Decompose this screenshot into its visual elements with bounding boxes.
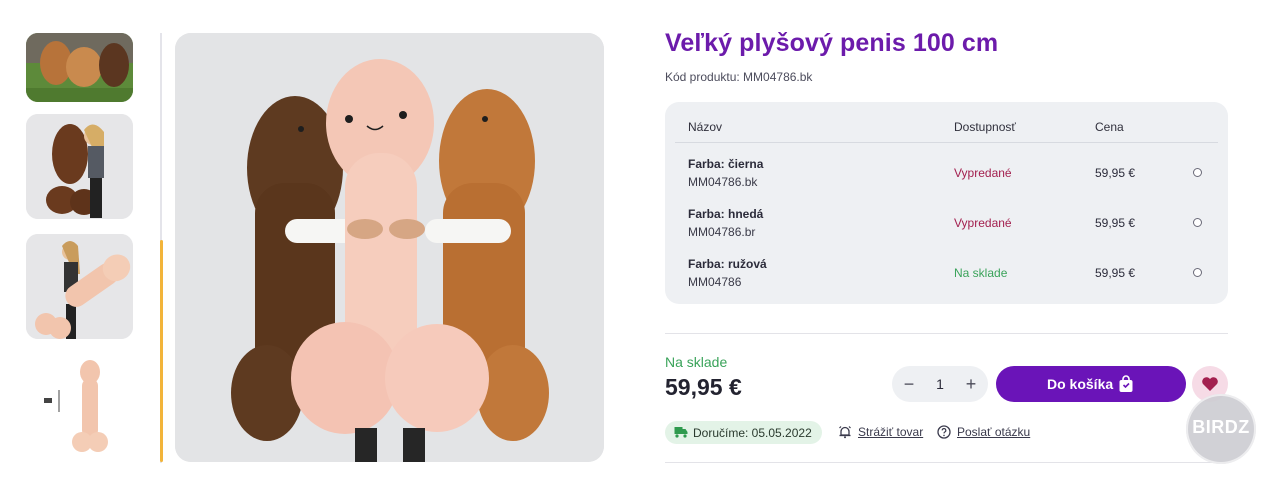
thumbnail-photo <box>26 354 133 459</box>
column-header-availability: Dostupnosť <box>954 120 1016 134</box>
variant-status: Vypredané <box>954 216 1012 230</box>
thumbnail-4[interactable] <box>26 354 133 459</box>
watermark-text: BIRDZ <box>1192 417 1250 437</box>
thumbnail-2[interactable] <box>26 114 133 219</box>
truck-icon <box>674 427 688 438</box>
section-divider <box>665 462 1228 463</box>
quantity-stepper: − 1 + <box>892 366 988 402</box>
variant-radio[interactable] <box>1193 168 1202 177</box>
bell-icon[interactable] <box>838 425 852 439</box>
variant-price: 59,95 € <box>1095 216 1136 230</box>
variant-code: MM04786.br <box>688 225 756 239</box>
variant-name: Farba: čierna <box>688 157 764 171</box>
quantity-increase-button[interactable]: + <box>956 366 986 402</box>
variant-radio[interactable] <box>1193 218 1202 227</box>
variant-price: 59,95 € <box>1095 266 1136 280</box>
quantity-input[interactable]: 1 <box>922 366 958 402</box>
add-to-cart-button[interactable]: Do košíka <box>996 366 1186 402</box>
section-divider <box>665 333 1228 334</box>
variant-name: Farba: ružová <box>688 257 767 271</box>
variant-status: Vypredané <box>954 166 1012 180</box>
thumbnail-photo <box>26 234 133 339</box>
column-header-name: Názov <box>688 120 723 134</box>
variant-row[interactable]: Farba: čierna MM04786.bk Vypredané 59,95… <box>665 157 1228 203</box>
variant-row[interactable]: Farba: ružová MM04786 Na sklade 59,95 € <box>665 257 1228 303</box>
watch-product-link[interactable]: Strážiť tovar <box>858 425 923 439</box>
thumbnail-photo <box>26 114 133 219</box>
product-price: 59,95 € <box>665 374 742 400</box>
product-photo <box>175 33 604 462</box>
ask-question-link[interactable]: Poslať otázku <box>957 425 1030 439</box>
thumbnail-3[interactable] <box>26 234 133 339</box>
variant-code: MM04786.bk <box>688 175 758 189</box>
stock-status: Na sklade <box>665 354 728 370</box>
help-circle-icon[interactable] <box>937 425 951 439</box>
header-divider <box>675 142 1218 143</box>
thumbnail-photo <box>26 33 133 102</box>
variant-row[interactable]: Farba: hnedá MM04786.br Vypredané 59,95 … <box>665 207 1228 253</box>
variant-name: Farba: hnedá <box>688 207 764 221</box>
heart-icon <box>1202 377 1218 391</box>
variant-status: Na sklade <box>954 266 1008 280</box>
delivery-date: Doručíme: 05.05.2022 <box>693 426 812 440</box>
product-title: Veľký plyšový penis 100 cm <box>665 29 999 57</box>
watermark-badge: BIRDZ <box>1186 394 1256 464</box>
variant-radio[interactable] <box>1193 268 1202 277</box>
add-to-cart-label: Do košíka <box>1047 376 1114 392</box>
variant-code: MM04786 <box>688 275 742 289</box>
quantity-decrease-button[interactable]: − <box>894 366 924 402</box>
bag-icon <box>1119 375 1133 392</box>
column-header-price: Cena <box>1095 120 1124 134</box>
thumbnail-scroll-thumb[interactable] <box>160 240 163 462</box>
delivery-badge: Doručíme: 05.05.2022 <box>665 421 822 444</box>
product-code: Kód produktu: MM04786.bk <box>665 70 813 84</box>
variant-price: 59,95 € <box>1095 166 1136 180</box>
thumbnail-1[interactable] <box>26 33 133 102</box>
variants-table: Názov Dostupnosť Cena Farba: čierna MM04… <box>665 102 1228 304</box>
main-product-image[interactable] <box>175 33 604 462</box>
